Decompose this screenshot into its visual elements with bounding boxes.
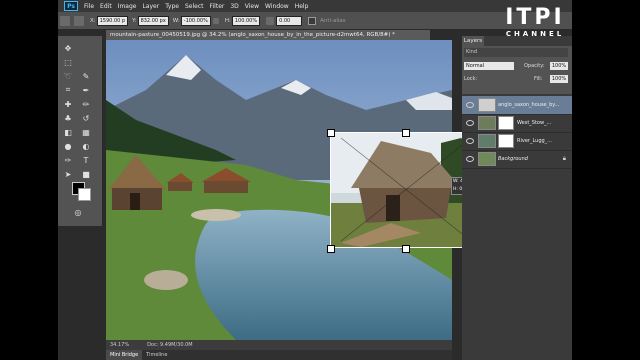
layer-thumbnail [478,134,496,148]
transform-handle[interactable] [327,245,335,253]
y-label: Y: [132,17,137,24]
angle-icon [266,16,275,25]
zoom-readout[interactable]: 34.17% [110,340,129,350]
blend-mode-select[interactable]: Normal [464,62,514,70]
menu-view[interactable]: View [245,3,259,10]
letterbox-right [572,0,640,360]
w-field[interactable]: -100.00% [180,15,211,26]
angle-field[interactable]: 0.00 [276,15,303,26]
layer-row[interactable]: anglo_saxon_house_by... [462,96,572,115]
fill-label: Fill: [534,76,543,82]
menu-3d[interactable]: 3D [230,3,238,10]
status-bar: 34.17% Doc: 9.49M/30.0M [106,340,452,350]
menu-image[interactable]: Image [118,3,137,10]
layer-thumbnail [478,152,496,166]
tab-mini-bridge[interactable]: Mini Bridge [106,350,143,360]
shape-tool-icon[interactable]: ■ [80,168,92,180]
toolbox: ✥ ⬚ ➰ ✎ ⌗ ✒ ✚ ✏ ♣ ↺ ◧ ▦ ● ◐ ✑ T ➤ ■ ◎ [58,36,103,226]
layer-thumbnail [478,116,496,130]
layer-row[interactable]: River_Lugg_... [462,132,572,151]
kind-filter[interactable]: Kind [464,48,568,57]
layer-mask-thumbnail[interactable] [498,116,514,130]
reference-point-icon[interactable] [74,15,84,26]
menu-layer[interactable]: Layer [142,3,159,10]
antialias-label: Anti-alias [320,17,346,24]
transform-handle[interactable] [402,245,410,253]
background-color-swatch[interactable] [78,188,91,201]
antialias-checkbox[interactable] [308,16,317,25]
ps-logo-icon: Ps [64,1,78,11]
blur-tool-icon[interactable]: ● [62,140,74,152]
link-icon[interactable] [212,17,219,24]
transform-layer[interactable]: W: 4.625 in H: 0.444 in [330,132,482,248]
letterbox-left [0,0,58,360]
path-select-tool-icon[interactable]: ➤ [62,168,74,180]
w-label: W: [172,17,180,24]
layers-panel-header: Kind Normal Opacity: 100% Lock: Fill: 10… [462,46,572,94]
bottom-tabs: Mini Bridge Timeline [106,350,452,360]
marquee-tool-icon[interactable]: ⬚ [62,56,74,68]
options-bar: X: 1590.00 p Y: 832.00 px W: -100.00% H:… [58,12,572,30]
crop-tool-icon[interactable]: ⌗ [62,84,74,96]
menu-window[interactable]: Window [265,3,289,10]
history-brush-icon[interactable]: ↺ [80,112,92,124]
lock-icon: 🔒︎ [562,155,566,162]
layer-name: Background [498,156,528,162]
layer-name: West_Stow_... [517,120,552,126]
watermark-line2: CHANNEL [505,30,565,38]
type-tool-icon[interactable]: T [80,154,92,166]
healing-tool-icon[interactable]: ✚ [62,98,74,110]
gradient-tool-icon[interactable]: ▦ [80,126,92,138]
h-field[interactable]: 100.00% [231,15,261,26]
opacity-field[interactable]: 100% [550,62,568,70]
watermark-logo: ITPI CHANNEL [498,6,572,39]
dodge-tool-icon[interactable]: ◐ [80,140,92,152]
menu-select[interactable]: Select [185,3,204,10]
h-label: H: [224,17,231,24]
move-tool-icon[interactable]: ✥ [62,42,74,54]
eraser-tool-icon[interactable]: ◧ [62,126,74,138]
transform-handle[interactable] [402,129,410,137]
tab-layers[interactable]: Layers [462,36,484,46]
y-field[interactable]: 832.00 px [137,15,169,26]
menu-edit[interactable]: Edit [100,3,112,10]
layer-thumbnail [478,98,496,112]
eye-icon[interactable] [466,102,474,108]
transform-tool-icon[interactable] [60,15,70,26]
eye-icon[interactable] [466,138,474,144]
stamp-tool-icon[interactable]: ♣ [62,112,74,124]
eye-icon[interactable] [466,120,474,126]
menu-help[interactable]: Help [295,3,309,10]
lasso-tool-icon[interactable]: ➰ [62,70,74,82]
pen-tool-icon[interactable]: ✑ [62,154,74,166]
layer-row[interactable]: Background 🔒︎ [462,150,572,169]
eyedropper-tool-icon[interactable]: ✒ [80,84,92,96]
layer-mask-thumbnail[interactable] [498,134,514,148]
menu-filter[interactable]: Filter [210,3,225,10]
menu-type[interactable]: Type [165,3,179,10]
watermark-line1: ITPI [505,5,565,30]
eye-icon[interactable] [466,156,474,162]
transform-handle[interactable] [327,129,335,137]
layer-name: River_Lugg_... [517,138,552,144]
quick-select-tool-icon[interactable]: ✎ [80,70,92,82]
opacity-label: Opacity: [524,63,545,69]
layers-panel: Layers Kind Normal Opacity: 100% Lock: F… [462,36,572,360]
lock-label: Lock: [464,76,478,82]
document-tab[interactable]: mountain-pasture_00450519.jpg @ 34.2% (a… [106,30,430,40]
menu-file[interactable]: File [84,3,94,10]
layer-name: anglo_saxon_house_by... [498,102,560,108]
document-area: W: 4.625 in H: 0.444 in [106,40,482,340]
menu-bar: Ps File Edit Image Layer Type Select Fil… [58,0,572,12]
x-field[interactable]: 1590.00 p [96,15,129,26]
tab-timeline[interactable]: Timeline [142,350,171,360]
fill-field[interactable]: 100% [550,75,568,83]
layer-row[interactable]: West_Stow_... [462,114,572,133]
quick-mask-icon[interactable]: ◎ [72,206,84,218]
x-label: X: [90,17,96,24]
brush-tool-icon[interactable]: ✏ [80,98,92,110]
photoshop-window: Ps File Edit Image Layer Type Select Fil… [58,0,572,360]
doc-size: Doc: 9.49M/30.0M [147,342,193,348]
